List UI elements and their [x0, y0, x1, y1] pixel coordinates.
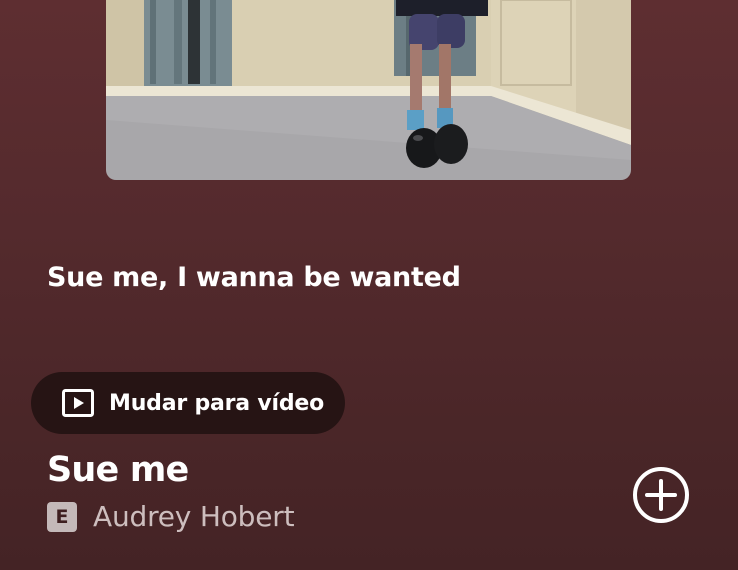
explicit-badge: E	[47, 501, 77, 532]
add-to-library-button[interactable]	[631, 465, 691, 525]
lyric-line: Sue me, I wanna be wanted	[47, 262, 461, 293]
add-circle-icon	[633, 467, 689, 523]
album-artwork	[106, 0, 631, 180]
artist-name[interactable]: Audrey Hobert	[93, 500, 295, 533]
track-title[interactable]: Sue me	[47, 450, 189, 490]
play-icon	[62, 389, 94, 417]
artist-row: E Audrey Hobert	[47, 500, 295, 533]
switch-to-video-button[interactable]: Mudar para vídeo	[31, 372, 345, 434]
switch-to-video-label: Mudar para vídeo	[109, 390, 325, 416]
